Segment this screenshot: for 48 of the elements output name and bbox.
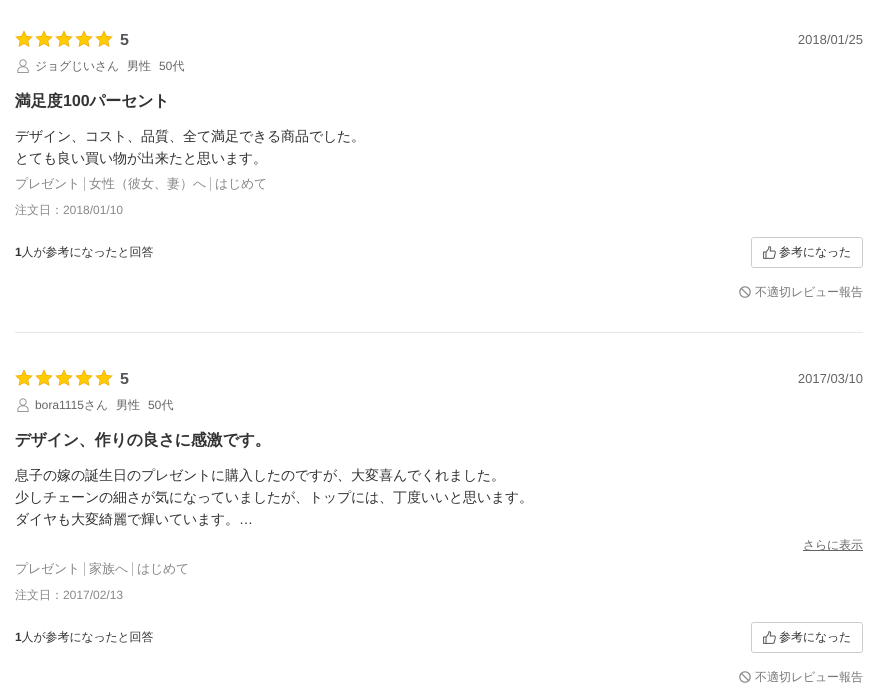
star-icon	[95, 30, 113, 48]
star-icon	[15, 30, 33, 48]
show-more-link[interactable]: さらに表示	[803, 536, 863, 554]
report-review-link[interactable]: 不適切レビュー報告	[739, 284, 863, 300]
star-icon	[35, 30, 53, 48]
review-text-line: 息子の嫁の誕生日のプレゼントに購入したのですが、大変喜んでくれました。	[15, 466, 506, 485]
helpful-button[interactable]: 参考になった	[751, 237, 863, 268]
reviewer-gender: 男性	[127, 58, 151, 74]
order-date: 注文日：2017/02/13	[15, 587, 124, 604]
review-text-line: とても良い買い物が出来たと思います。	[15, 149, 268, 168]
review-tag: はじめて	[132, 562, 193, 576]
review-title: 満足度100パーセント	[15, 91, 171, 112]
helpful-count: 1人が参考になったと回答	[15, 629, 154, 646]
star-icon	[55, 369, 73, 387]
star-icon	[95, 369, 113, 387]
review-text-line: ダイヤも大変綺麗で輝いています。…	[15, 510, 254, 529]
helpful-button[interactable]: 参考になった	[751, 622, 863, 653]
person-icon	[17, 398, 29, 412]
star-icon	[15, 369, 33, 387]
order-date: 注文日：2018/01/10	[15, 202, 124, 219]
review-tag: プレゼント	[15, 562, 84, 576]
rating-score: 5	[120, 370, 129, 390]
review-tag: はじめて	[210, 177, 271, 191]
reviewer-name: ジョグじいさん	[35, 58, 119, 74]
reviewer-name: bora1115さん	[35, 396, 108, 414]
star-icon	[75, 30, 93, 48]
star-icon	[75, 369, 93, 387]
thumbs-up-icon	[763, 631, 776, 644]
reviewer-age: 50代	[159, 58, 184, 74]
review-text-line: 少しチェーンの細さが気になっていましたが、トップには、丁度いいと思います。	[15, 488, 534, 507]
review-tag: プレゼント	[15, 177, 84, 191]
prohibited-icon	[739, 671, 751, 683]
person-icon	[17, 59, 29, 73]
review-tag: 家族へ	[84, 562, 132, 576]
reviewer-age: 50代	[148, 396, 174, 414]
rating-score: 5	[120, 31, 129, 51]
report-review-link[interactable]: 不適切レビュー報告	[739, 669, 863, 685]
helpful-count: 1人が参考になったと回答	[15, 244, 154, 261]
star-icon	[35, 369, 53, 387]
prohibited-icon	[739, 286, 751, 298]
thumbs-up-icon	[763, 246, 776, 259]
reviewer-gender: 男性	[116, 396, 140, 414]
review-title: デザイン、作りの良さに感激です。	[15, 430, 272, 451]
review-tag: 女性（彼女、妻）へ	[84, 177, 210, 191]
review-date: 2017/03/10	[798, 370, 863, 386]
review-date: 2018/01/25	[798, 32, 863, 46]
star-icon	[55, 30, 73, 48]
review-text-line: デザイン、コスト、品質、全て満足できる商品でした。	[15, 127, 366, 146]
